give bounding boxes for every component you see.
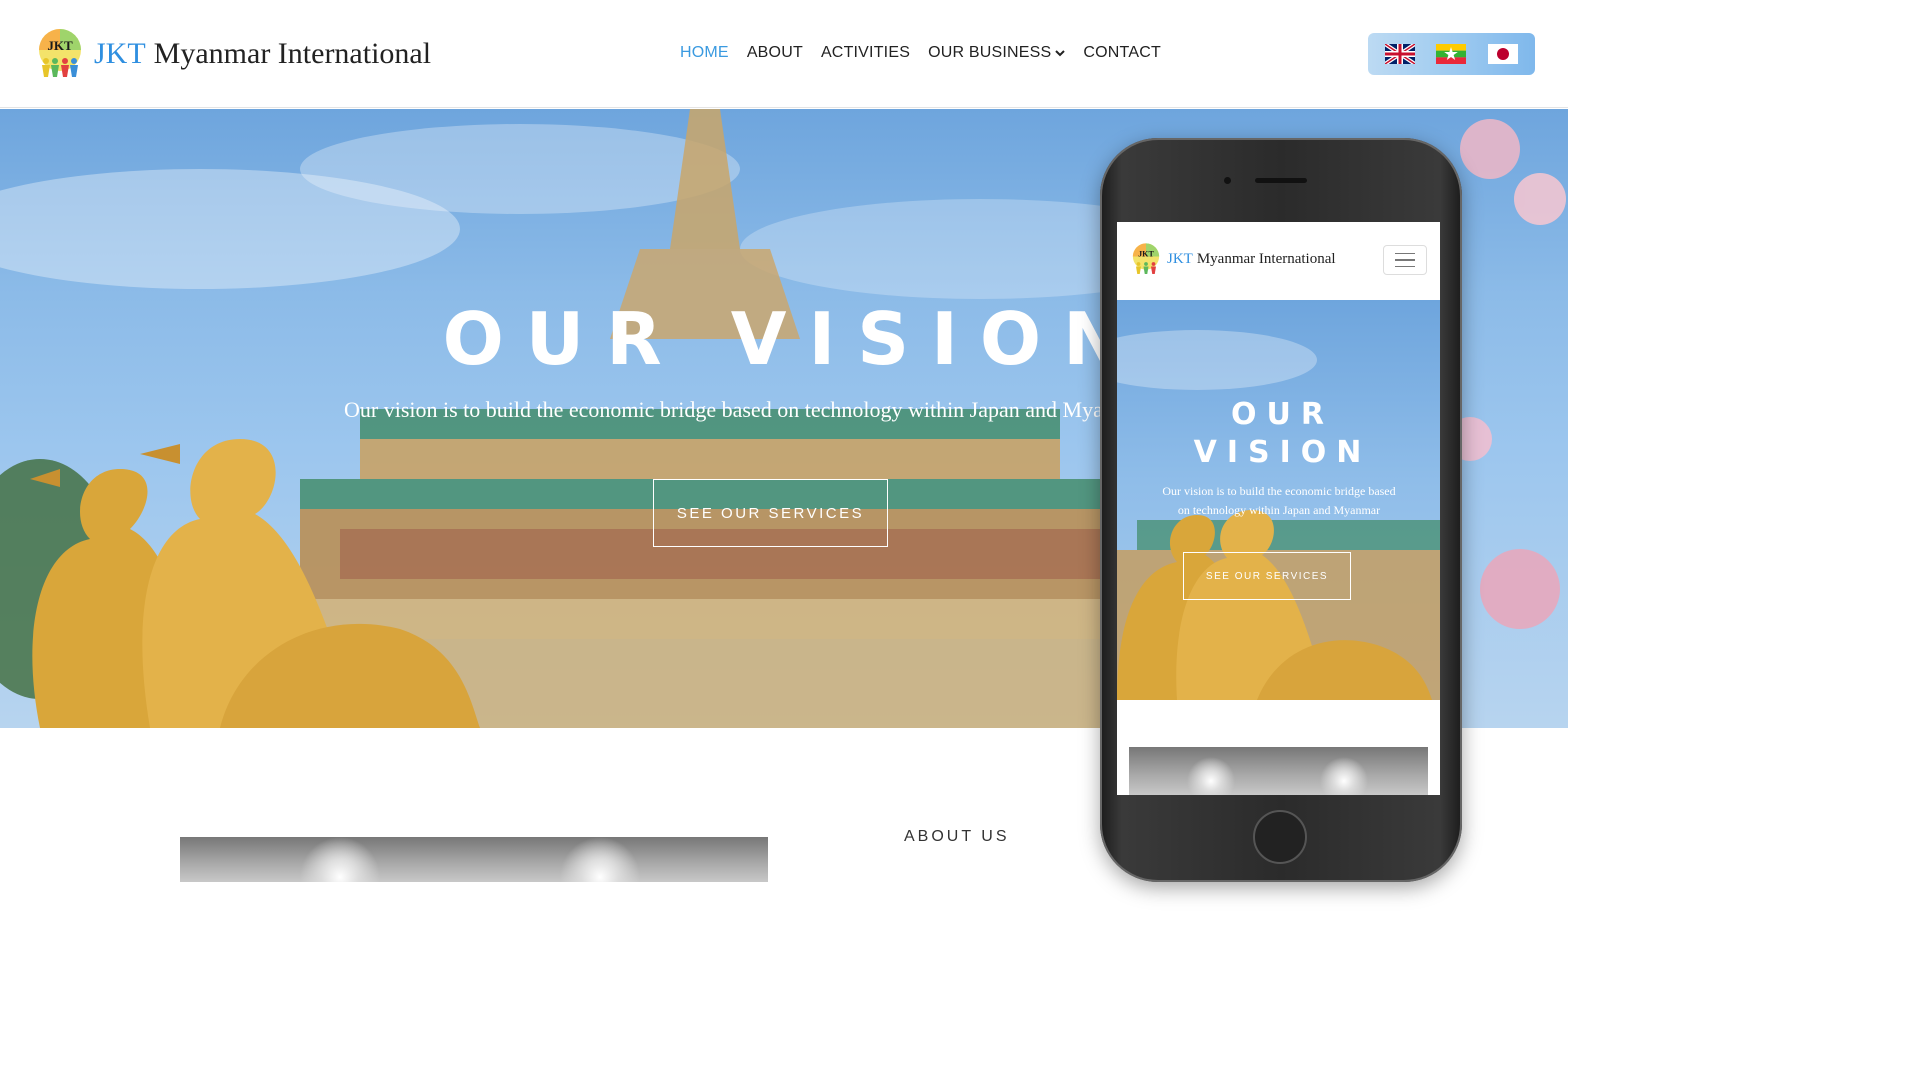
chevron-down-icon: [1055, 50, 1066, 57]
about-us-heading: ABOUT US: [904, 828, 1010, 845]
uk-flag-icon[interactable]: [1384, 44, 1415, 64]
hamburger-line: [1395, 259, 1415, 261]
mobile-about-image: [1129, 747, 1428, 795]
main-nav: HOME ABOUT ACTIVITIES OUR BUSINESS CONTA…: [680, 44, 1161, 62]
jkt-logo-icon: JKT: [1132, 243, 1160, 274]
phone-home-button: [1253, 810, 1307, 864]
mobile-hero-title-line-2: VISION: [1193, 435, 1372, 470]
site-header: JKT JKT Myanmar International HOME ABOUT …: [0, 0, 1568, 108]
hamburger-menu-button[interactable]: [1383, 245, 1427, 275]
mobile-brand-prefix: JKT: [1167, 250, 1193, 267]
language-switcher: [1368, 33, 1535, 75]
brand-prefix: JKT: [94, 37, 146, 70]
brand-name: JKT Myanmar International: [94, 37, 431, 71]
hamburger-line: [1395, 252, 1415, 255]
mobile-hero-subtitle: Our vision is to build the economic brid…: [1162, 484, 1396, 517]
svg-text:JKT: JKT: [47, 38, 73, 53]
japan-flag-icon[interactable]: [1488, 44, 1519, 64]
hamburger-line: [1395, 265, 1415, 268]
svg-text:JKT: JKT: [1138, 250, 1154, 259]
nav-our-business[interactable]: OUR BUSINESS: [928, 44, 1066, 62]
mobile-brand-name: JKT Myanmar International: [1167, 251, 1336, 268]
phone-camera: [1224, 177, 1231, 184]
site-logo[interactable]: JKT JKT Myanmar International: [36, 28, 431, 80]
myanmar-flag-icon[interactable]: [1436, 44, 1467, 64]
nav-home[interactable]: HOME: [680, 44, 729, 62]
about-image: [180, 837, 768, 882]
see-our-services-button[interactable]: SEE OUR SERVICES: [653, 479, 888, 547]
mobile-see-our-services-button[interactable]: SEE OUR SERVICES: [1183, 552, 1351, 600]
mobile-logo[interactable]: JKT JKT Myanmar International: [1131, 242, 1336, 276]
nav-our-business-label: OUR BUSINESS: [928, 44, 1052, 61]
mobile-hero-title: OUR VISION: [1117, 396, 1440, 472]
jkt-logo-icon: JKT: [39, 29, 81, 77]
nav-activities[interactable]: ACTIVITIES: [821, 44, 910, 62]
phone-speaker: [1255, 178, 1307, 183]
mobile-header: JKT JKT Myanmar International: [1117, 222, 1440, 300]
brand-suffix: Myanmar International: [153, 37, 432, 70]
nav-about[interactable]: ABOUT: [747, 44, 803, 62]
nav-contact[interactable]: CONTACT: [1083, 44, 1161, 62]
mobile-brand-suffix: Myanmar International: [1196, 250, 1336, 267]
mobile-hero: OUR VISION Our vision is to build the ec…: [1117, 300, 1440, 700]
hero-subtitle: Our vision is to build the economic brid…: [344, 397, 1100, 422]
phone-screen: JKT JKT Myanmar International OUR VISION…: [1117, 222, 1440, 795]
phone-mockup: JKT JKT Myanmar International OUR VISION…: [1100, 138, 1462, 882]
mobile-hero-title-line-1: OUR: [1231, 397, 1334, 432]
